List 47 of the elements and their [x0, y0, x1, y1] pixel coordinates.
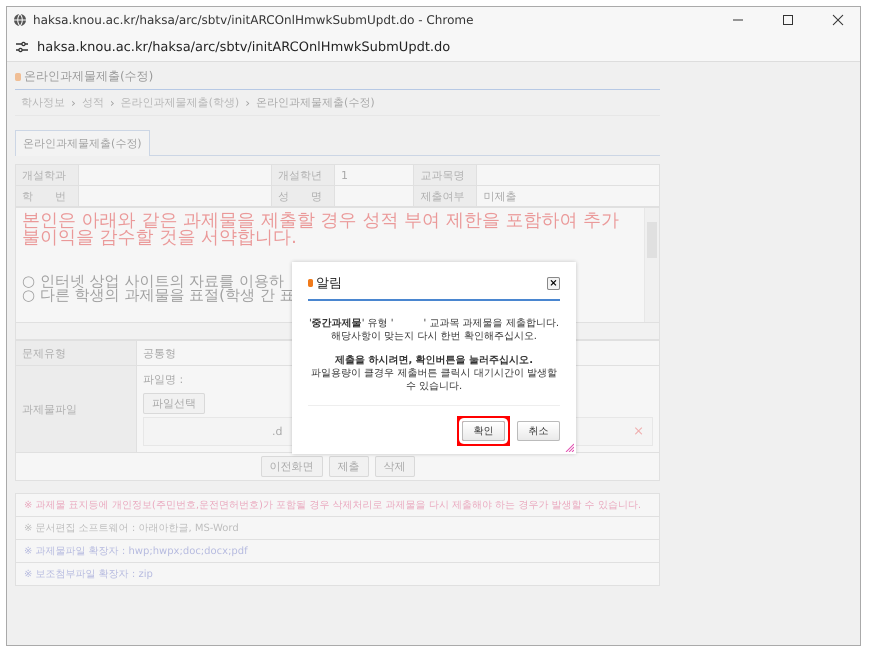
field-label: 제출여부: [414, 186, 477, 206]
note-text: ※ 문서편집 소프트웨어 : 아래아한글, MS-Word: [16, 517, 659, 540]
breadcrumb-separator: ›: [110, 96, 115, 110]
cancel-button[interactable]: 취소: [517, 421, 560, 441]
dialog-title: 알림: [316, 275, 343, 292]
resize-handle-icon[interactable]: [565, 443, 574, 452]
field-label: 개설학과: [16, 164, 78, 186]
pledge-heading: 본인은 아래와 같은 과제물을 제출할 경우 성적 부여 제한을 포함하여 추가 불이익을 감수할 것을 서약합니다.: [22, 212, 620, 246]
choose-file-button[interactable]: 파일선택: [143, 393, 205, 414]
breadcrumb-link[interactable]: 학사정보: [21, 95, 65, 110]
dialog-message: '중간과제물' 유형 ' ' 교과목 과제물을 제출합니다. 해당사항이 맞는지 다시 한번 확인해주십시오.: [308, 317, 560, 343]
dialog-instruction: 제출을 하시려면, 확인버튼을 눌러주십시오.: [334, 354, 534, 367]
pledge-item: ○ 인터넷 상업 사이트의 자료를 이용하: [22, 274, 284, 288]
note-text: ※ 과제물파일 확장자 : hwp;hwpx;doc;docx;pdf: [16, 540, 659, 563]
field-value: 1: [334, 164, 414, 186]
breadcrumb-separator: ›: [245, 96, 250, 110]
field-label: 개설학년: [272, 164, 334, 186]
action-button[interactable]: 삭제: [374, 456, 414, 477]
field-label: 교과목명: [414, 164, 477, 186]
remove-file-button[interactable]: ×: [633, 424, 644, 439]
close-button[interactable]: ×: [547, 276, 560, 290]
page-title: 온라인과제물제출(수정): [24, 68, 154, 85]
field-label: 과제물파일: [16, 366, 136, 452]
note-text: ※ 보조첨부파일 확장자 : zip: [23, 568, 154, 582]
breadcrumb-separator: ›: [71, 96, 76, 110]
window-title: haksa.knou.ac.kr/haksa/arc/sbtv/initARCOnlHmwkSubmUpdt.do - Chrome: [33, 13, 474, 27]
note-text: ※ 과제물 표지등에 개인정보(주민번호,운전면허번호)가 포함될 경우 삭제처리로 과제물을 다시 제출해야 하는 경우가 발생할 수 있습니다.: [16, 494, 659, 517]
bullet-icon: [15, 72, 21, 80]
site-settings-icon[interactable]: [15, 40, 29, 54]
url-text[interactable]: haksa.knou.ac.kr/haksa/arc/sbtv/initARCOnlHmwkSubmUpdt.do: [37, 40, 450, 54]
action-button[interactable]: 이전화면: [260, 456, 322, 477]
field-label: 성 명: [272, 186, 334, 206]
breadcrumb-link[interactable]: 온라인과제물제출(수정): [256, 95, 375, 110]
breadcrumb-link[interactable]: 성적: [82, 95, 104, 110]
field-label: 문제유형: [16, 340, 136, 366]
dialog-note: 파일용량이 클경우 제출버튼 클릭시 대기시간이 발생할 수 있습니다.: [310, 367, 558, 393]
tab[interactable]: 온라인과제물제출(수정): [15, 130, 150, 156]
file-name: .d: [272, 425, 282, 438]
field-label: 학 번: [16, 186, 78, 206]
confirm-button[interactable]: 확인: [462, 421, 505, 441]
field-value: 미제출: [476, 186, 660, 206]
globe-icon: [13, 13, 27, 27]
file-name-label: 파일명 :: [143, 372, 184, 387]
pledge-item: ○ 다른 학생의 과제물을 표절(학생 간 표: [22, 288, 295, 302]
bullet-icon: [308, 279, 313, 287]
breadcrumb-link[interactable]: 온라인과제물제출(학생): [120, 95, 240, 110]
action-button[interactable]: 제출: [328, 456, 368, 477]
